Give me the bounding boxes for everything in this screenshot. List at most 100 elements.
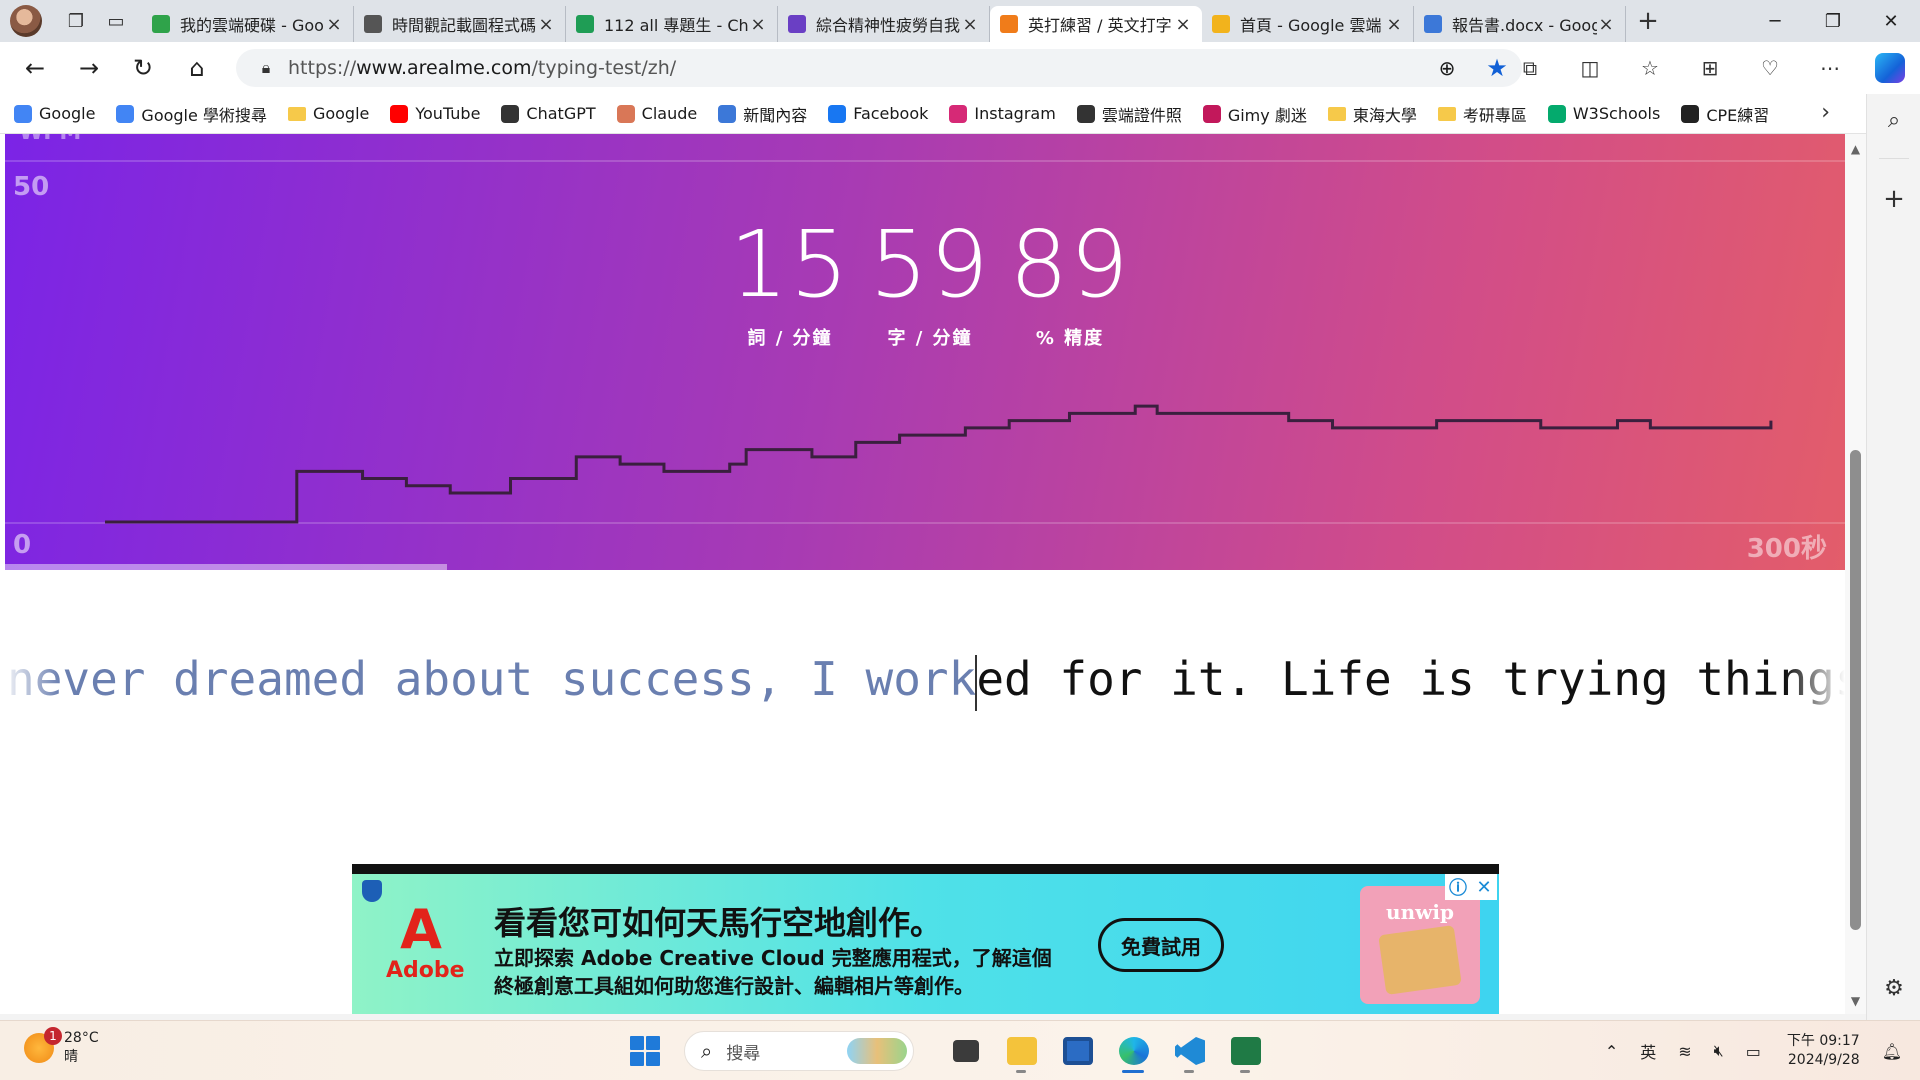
ad-info-icon[interactable]: ⓘ bbox=[1445, 874, 1471, 900]
ad-close-icon[interactable]: ✕ bbox=[1471, 874, 1497, 900]
vscode-icon[interactable] bbox=[1162, 1029, 1218, 1073]
cpm-label: 字 / 分鐘 bbox=[887, 328, 973, 349]
ad-product-image: unwip bbox=[1360, 886, 1480, 1004]
copilot-icon[interactable] bbox=[1860, 48, 1920, 88]
forward-button[interactable]: → bbox=[62, 48, 116, 88]
page-scrollbar[interactable]: ▲ ▼ bbox=[1845, 134, 1866, 1014]
close-window-button[interactable]: ✕ bbox=[1862, 0, 1920, 42]
remaining-text: ed for it. Life is trying things to s bbox=[976, 652, 1845, 706]
sidebar-search-icon[interactable]: ⌕ bbox=[1867, 108, 1920, 133]
bookmark-item[interactable]: Google bbox=[14, 104, 95, 123]
edge-browser-icon[interactable] bbox=[1106, 1029, 1162, 1073]
extensions-icon[interactable]: ⧉ bbox=[1500, 48, 1560, 88]
typed-text: never dreamed about success, I work bbox=[7, 652, 977, 706]
ad-cta-button[interactable]: 免費試用 bbox=[1098, 918, 1224, 972]
bookmark-label: W3Schools bbox=[1572, 104, 1661, 123]
wifi-icon[interactable]: ≋ bbox=[1678, 1042, 1691, 1061]
split-screen-icon[interactable]: ◫ bbox=[1560, 48, 1620, 88]
url-text[interactable]: https://www.arealme.com/typing-test/zh/ bbox=[288, 57, 1422, 79]
browser-tab[interactable]: 綜合精神性疲勞自我 × bbox=[778, 6, 990, 42]
browser-tab[interactable]: 112 all 專題生 - Chat × bbox=[566, 6, 778, 42]
collections-icon[interactable]: ⊞ bbox=[1680, 48, 1740, 88]
bookmark-item[interactable]: 東海大學 bbox=[1327, 102, 1417, 126]
refresh-button[interactable]: ↻ bbox=[116, 48, 170, 88]
zoom-icon[interactable]: ⊕ bbox=[1422, 56, 1472, 80]
minimize-button[interactable]: ─ bbox=[1746, 0, 1804, 42]
file-explorer-icon[interactable] bbox=[994, 1029, 1050, 1073]
notification-bell-icon[interactable]: 🔔︎ bbox=[1882, 1042, 1902, 1061]
bookmark-item[interactable]: Google bbox=[287, 104, 369, 123]
ad-content[interactable]: A Adobe 看看您可如何天馬行空地創作。 立即探索 Adobe Creati… bbox=[352, 874, 1499, 1014]
address-bar[interactable]: 🔒︎ https://www.arealme.com/typing-test/z… bbox=[236, 49, 1522, 87]
browser-tab[interactable]: 我的雲端硬碟 - Goo × bbox=[142, 6, 354, 42]
bookmark-label: Google 學術搜尋 bbox=[141, 105, 267, 125]
browser-essentials-icon[interactable]: ♡ bbox=[1740, 48, 1800, 88]
excel-icon[interactable] bbox=[1218, 1029, 1274, 1073]
tab-close-icon[interactable]: × bbox=[961, 14, 979, 35]
ad-banner[interactable]: A Adobe 看看您可如何天馬行空地創作。 立即探索 Adobe Creati… bbox=[352, 864, 1499, 1014]
bookmark-item[interactable]: ChatGPT bbox=[501, 104, 596, 123]
bookmark-item[interactable]: Claude bbox=[616, 104, 697, 123]
tray-chevron-icon[interactable]: ⌃ bbox=[1605, 1042, 1618, 1061]
bookmark-item[interactable]: YouTube bbox=[390, 104, 480, 123]
lock-icon[interactable]: 🔒︎ bbox=[244, 58, 288, 78]
tab-close-icon[interactable]: × bbox=[749, 14, 767, 35]
bookmark-item[interactable]: 新聞內容 bbox=[718, 102, 807, 126]
bookmark-item[interactable]: Instagram bbox=[949, 104, 1056, 123]
profile-avatar[interactable] bbox=[10, 5, 42, 37]
sidebar-add-icon[interactable]: + bbox=[1867, 184, 1920, 214]
browser-tab[interactable]: 英打練習 / 英文打字 × bbox=[990, 6, 1202, 42]
ime-indicator[interactable]: 英 bbox=[1640, 1039, 1656, 1063]
bookmark-label: YouTube bbox=[415, 104, 481, 123]
bookmark-item[interactable]: 考研專區 bbox=[1437, 102, 1527, 126]
scrollbar-thumb[interactable] bbox=[1850, 450, 1861, 930]
tab-close-icon[interactable]: × bbox=[1597, 14, 1615, 35]
tab-close-icon[interactable]: × bbox=[1385, 14, 1403, 35]
bookmark-item[interactable]: Google 學術搜尋 bbox=[116, 102, 267, 126]
browser-tab[interactable]: 報告書.docx - Googl × bbox=[1414, 6, 1626, 42]
typing-area[interactable]: never dreamed about success, I worked fo… bbox=[0, 644, 1845, 714]
clock-time: 下午 09:17 bbox=[1786, 1033, 1860, 1049]
cpm-stat: 59 字 / 分鐘 bbox=[865, 210, 995, 350]
accuracy-stat: 89 % 精度 bbox=[1005, 210, 1135, 350]
news-icon bbox=[718, 104, 737, 123]
clock[interactable]: 下午 09:17 2024/9/28 bbox=[1787, 1032, 1860, 1070]
sidebar-settings-icon[interactable]: ⚙ bbox=[1867, 976, 1920, 1001]
scroll-up-icon[interactable]: ▲ bbox=[1845, 142, 1866, 156]
taskbar-apps: ⌕ 搜尋 bbox=[630, 1029, 1274, 1073]
taskbar-search[interactable]: ⌕ 搜尋 bbox=[684, 1031, 914, 1071]
temperature: 28°C bbox=[64, 1030, 99, 1046]
back-button[interactable]: ← bbox=[8, 48, 62, 88]
bookmark-label: Gimy 劇迷 bbox=[1227, 105, 1307, 125]
new-tab-button[interactable]: + bbox=[1626, 3, 1670, 39]
bookmark-item[interactable]: CPE練習 bbox=[1681, 102, 1769, 126]
toolbar-right: ⧉ ◫ ☆ ⊞ ♡ ⋯ bbox=[1500, 42, 1920, 94]
volume-muted-icon[interactable]: 🔇︎ bbox=[1714, 1041, 1724, 1061]
tab-close-icon[interactable]: × bbox=[537, 14, 555, 35]
battery-icon[interactable]: ▭ bbox=[1746, 1042, 1761, 1061]
restore-button[interactable]: ❐ bbox=[1804, 0, 1862, 42]
tab-close-icon[interactable]: × bbox=[1174, 14, 1192, 35]
scroll-down-icon[interactable]: ▼ bbox=[1845, 994, 1866, 1008]
browser-tab[interactable]: 首頁 - Google 雲端 × bbox=[1202, 6, 1414, 42]
bookmark-label: Facebook bbox=[853, 104, 929, 123]
more-menu-icon[interactable]: ⋯ bbox=[1800, 48, 1860, 88]
search-icon: ⌕ bbox=[701, 1039, 713, 1063]
bookmark-item[interactable]: Facebook bbox=[828, 104, 928, 123]
bookmark-label: 雲端證件照 bbox=[1101, 105, 1182, 125]
bookmark-item[interactable]: W3Schools bbox=[1547, 104, 1661, 123]
favorites-icon[interactable]: ☆ bbox=[1620, 48, 1680, 88]
home-button[interactable]: ⌂ bbox=[170, 48, 224, 88]
ad-controls: ⓘ ✕ bbox=[1445, 874, 1497, 900]
bookmarks-more-icon[interactable]: › bbox=[1821, 100, 1830, 125]
start-button[interactable] bbox=[630, 1036, 660, 1066]
weather-widget[interactable]: 1 28°C 晴 bbox=[24, 1027, 99, 1067]
tab-actions-icon[interactable]: ▭ bbox=[96, 5, 136, 37]
task-view-icon[interactable] bbox=[938, 1029, 994, 1073]
browser-tab[interactable]: 時間觀記載圖程式碼 × bbox=[354, 6, 566, 42]
bookmark-item[interactable]: Gimy 劇迷 bbox=[1202, 102, 1307, 126]
tab-close-icon[interactable]: × bbox=[325, 14, 343, 35]
bookmark-item[interactable]: 雲端證件照 bbox=[1076, 102, 1182, 126]
workspaces-icon[interactable]: ❐ bbox=[56, 5, 96, 37]
remote-desktop-icon[interactable] bbox=[1050, 1029, 1106, 1073]
